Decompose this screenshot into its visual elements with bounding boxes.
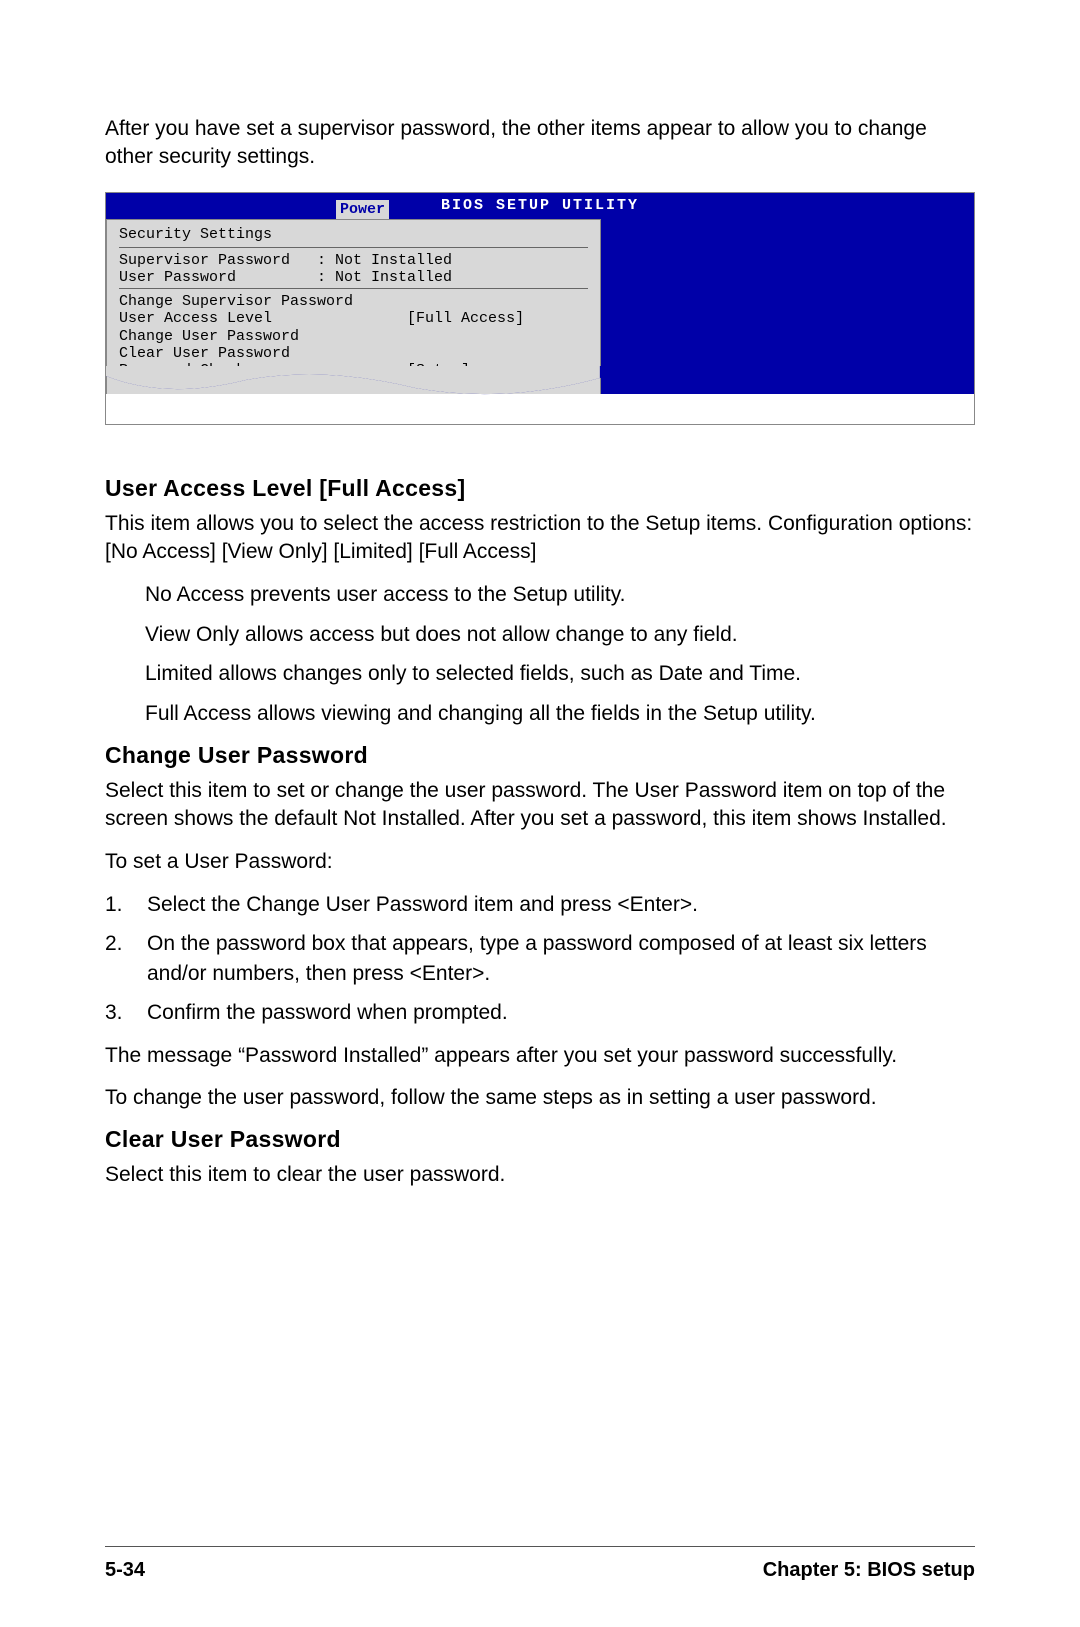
bios-menu-row: Clear User Password <box>119 345 588 362</box>
torn-edge <box>106 394 974 424</box>
paragraph: To set a User Password: <box>105 848 975 876</box>
bios-menu-row: Change Supervisor Password <box>119 293 588 310</box>
list-text: Select the Change User Password item and… <box>147 890 975 919</box>
list-number: 2. <box>105 929 147 988</box>
list-item: Limited allows changes only to selected … <box>145 659 975 688</box>
footer-rule <box>105 1546 975 1547</box>
list-item: 1. Select the Change User Password item … <box>105 890 975 919</box>
list-number: 1. <box>105 890 147 919</box>
page-number: 5-34 <box>105 1559 145 1582</box>
options-list: No Access prevents user access to the Se… <box>145 580 975 728</box>
paragraph: The message “Password Installed” appears… <box>105 1042 975 1070</box>
list-item: 2. On the password box that appears, typ… <box>105 929 975 988</box>
bios-title: BIOS SETUP UTILITY <box>106 193 974 214</box>
intro-paragraph: After you have set a supervisor password… <box>105 115 975 172</box>
paragraph: To change the user password, follow the … <box>105 1084 975 1112</box>
page-footer: 5-34 Chapter 5: BIOS setup <box>105 1559 975 1582</box>
list-number: 3. <box>105 998 147 1027</box>
list-item: Full Access allows viewing and changing … <box>145 699 975 728</box>
list-item: No Access prevents user access to the Se… <box>145 580 975 609</box>
list-text: On the password box that appears, type a… <box>147 929 975 988</box>
heading-clear-user-password: Clear User Password <box>105 1126 975 1153</box>
bios-divider <box>119 247 588 248</box>
bios-menu-row: Change User Password <box>119 328 588 345</box>
bios-divider <box>119 288 588 289</box>
heading-change-user-password: Change User Password <box>105 742 975 769</box>
ordered-list: 1. Select the Change User Password item … <box>105 890 975 1028</box>
bios-tab-power: Power <box>336 200 389 219</box>
bios-title-bar: BIOS SETUP UTILITY Power <box>106 193 974 219</box>
chapter-label: Chapter 5: BIOS setup <box>763 1559 975 1582</box>
heading-user-access-level: User Access Level [Full Access] <box>105 475 975 502</box>
paragraph: Select this item to clear the user passw… <box>105 1161 975 1189</box>
bios-section-heading: Security Settings <box>119 226 588 243</box>
list-item: 3. Confirm the password when prompted. <box>105 998 975 1027</box>
list-item: View Only allows access but does not all… <box>145 620 975 649</box>
bios-status-row: User Password : Not Installed <box>119 269 588 286</box>
bios-status-row: Supervisor Password : Not Installed <box>119 252 588 269</box>
paragraph: This item allows you to select the acces… <box>105 510 975 567</box>
bios-screenshot: BIOS SETUP UTILITY Power Security Settin… <box>105 192 975 425</box>
paragraph: Select this item to set or change the us… <box>105 777 975 834</box>
list-text: Confirm the password when prompted. <box>147 998 975 1027</box>
bios-menu-row: User Access Level [Full Access] <box>119 310 588 327</box>
